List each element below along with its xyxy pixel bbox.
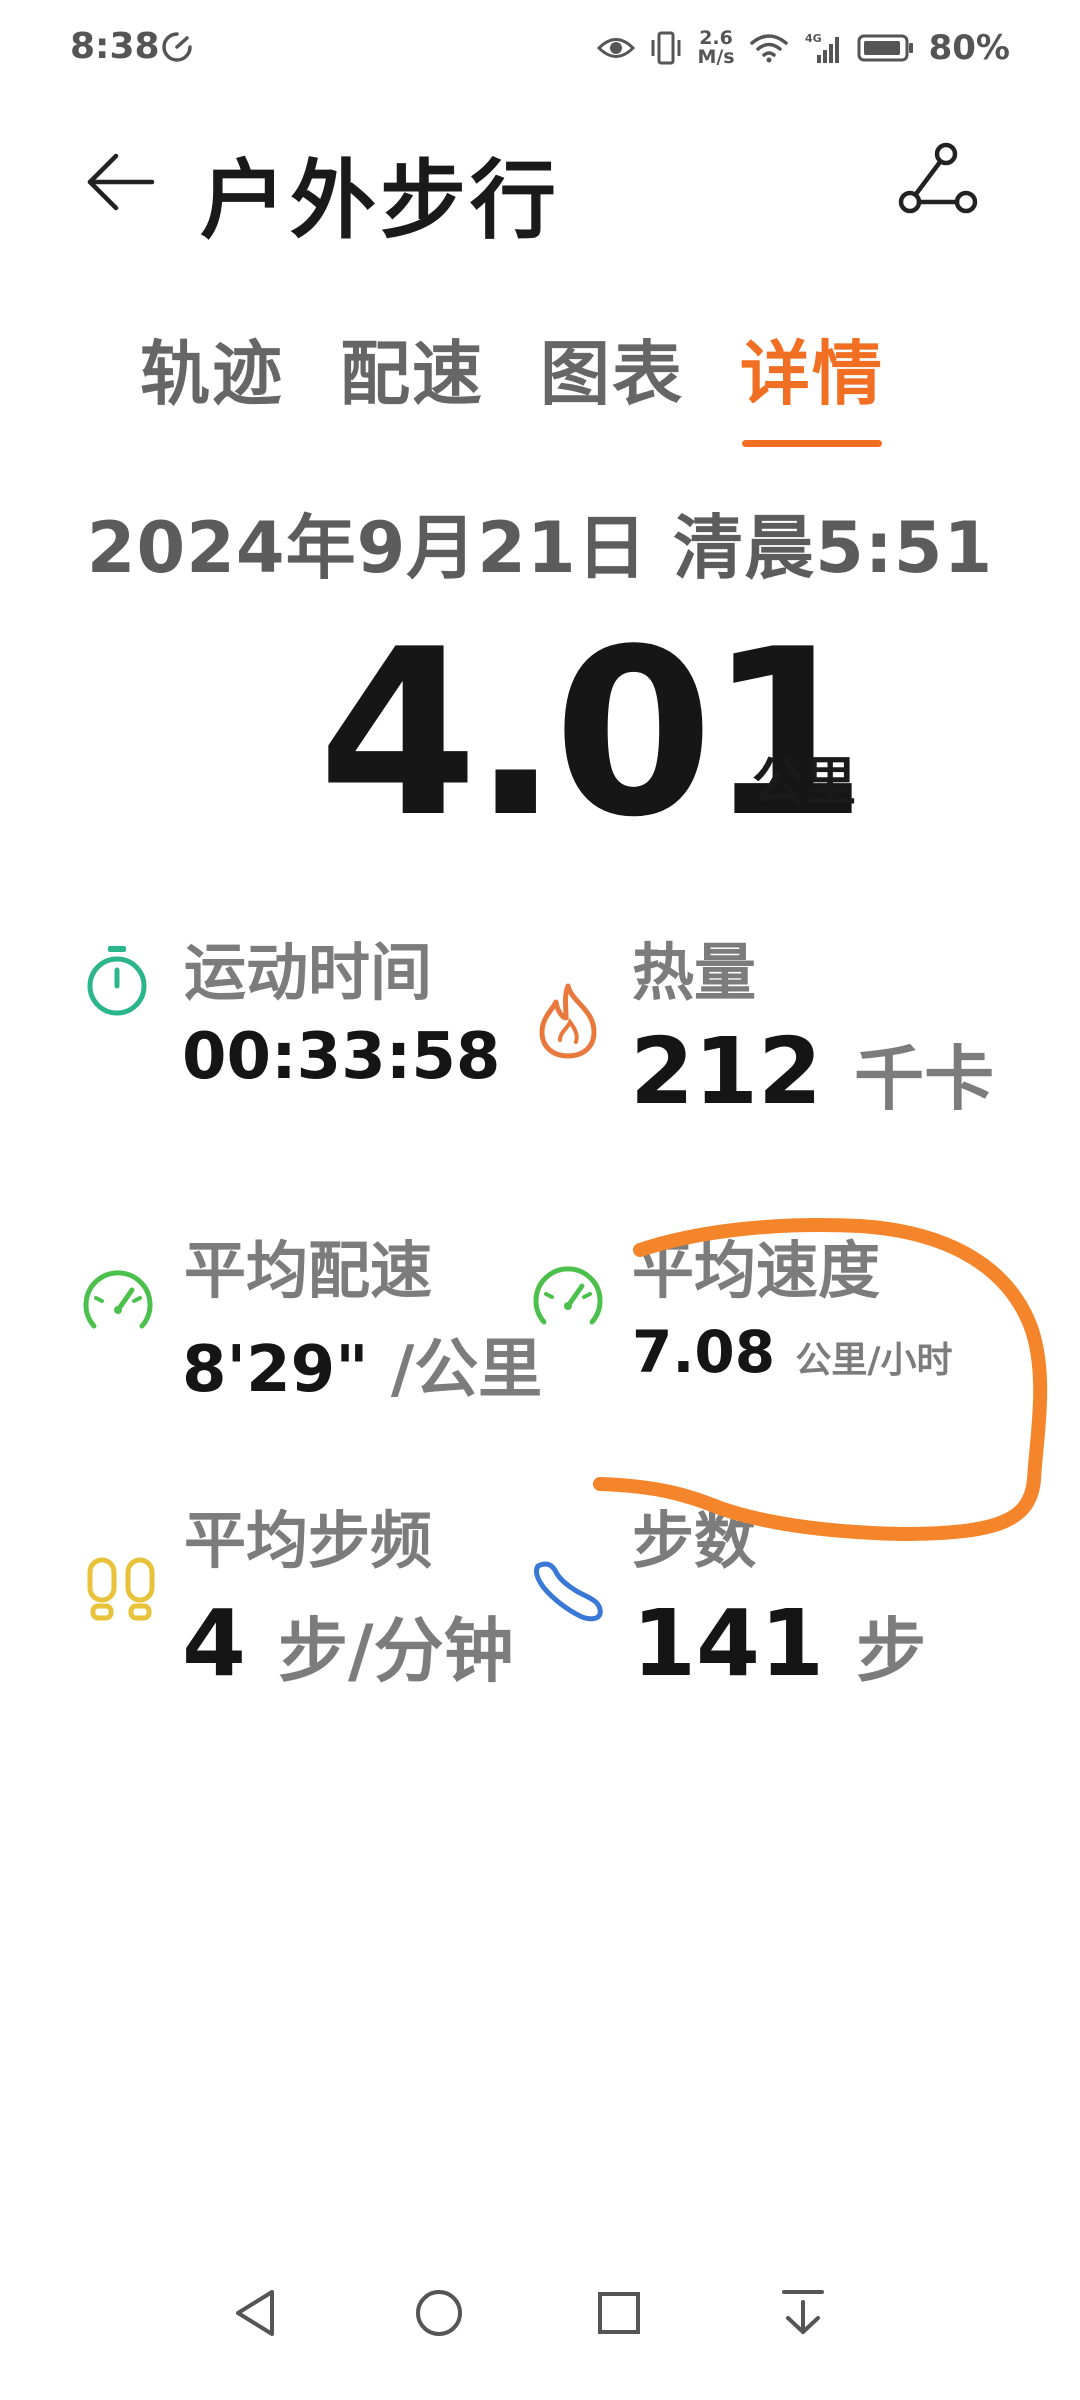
speed-clock-icon [160,30,194,64]
stat-cadence-value: 4 [182,1590,247,1697]
stat-steps-value: 141 [632,1590,825,1697]
stat-steps-label: 步数 [632,1504,757,1577]
notification-pull-icon[interactable] [768,2278,838,2348]
route-share-icon[interactable] [896,140,982,226]
speedometer-icon [80,1268,156,1336]
stat-cadence-label: 平均步频 [184,1504,433,1577]
home-circle-icon[interactable] [404,2278,474,2348]
stat-avg-speed-value: 7.08 [632,1318,776,1386]
speedometer-icon [530,1264,606,1332]
stat-calories-value: 212 [630,1018,823,1125]
stat-duration-label: 运动时间 [184,936,433,1009]
wifi-icon [749,32,789,64]
tab-pace[interactable]: 配速 [340,318,484,437]
page-title: 户外步行 [200,151,560,251]
back-triangle-icon[interactable] [222,2278,292,2348]
stat-steps-unit: 步 [856,1610,927,1692]
flame-icon [536,982,600,1064]
stat-avg-pace-value-group: 8'29" /公里 [182,1318,542,1410]
network-speed-unit: M/s [697,46,735,68]
tab-details[interactable]: 详情 [740,318,884,447]
vibrate-icon [649,30,683,66]
battery-icon [857,33,915,63]
system-nav-bar [0,2240,1080,2360]
tab-chart[interactable]: 图表 [540,318,684,437]
distance-value: 4.01 [318,601,867,868]
stat-avg-pace-unit: /公里 [390,1333,543,1407]
svg-text:4G: 4G [805,32,822,45]
shoe-icon [532,1558,606,1628]
stat-avg-pace-value: 8'29" [182,1333,369,1407]
stat-avg-speed-unit: 公里/小时 [795,1340,953,1381]
stat-avg-pace-label: 平均配速 [184,1234,433,1307]
stat-calories-unit: 千卡 [854,1038,995,1120]
status-bar: 8:38 2.6 M/s 4G 80% [0,0,1080,96]
signal-4g-icon: 4G [803,31,843,65]
arrow-left-icon[interactable] [84,146,156,218]
status-time: 8:38 [70,26,160,67]
distance-unit: 公里 [752,753,857,813]
workout-date: 2024年9月21日 清晨5:51 [86,507,994,589]
network-speed: 2.6 M/s [697,29,734,67]
tab-bar: 轨迹 配速 图表 详情 [140,318,884,447]
stat-avg-speed-label: 平均速度 [632,1234,881,1307]
stat-cadence-unit: 步/分钟 [278,1610,514,1692]
footprints-icon [86,1556,156,1626]
stat-calories-value-group: 212 千卡 [630,1018,994,1125]
stat-steps-value-group: 141 步 [632,1590,926,1697]
stat-cadence-value-group: 4 步/分钟 [182,1590,514,1697]
battery-percent: 80% [928,28,1010,68]
stopwatch-icon [84,944,150,1022]
tab-track[interactable]: 轨迹 [140,318,284,437]
stat-calories-label: 热量 [632,936,757,1009]
status-icons: 2.6 M/s 4G 80% [597,22,1010,74]
stat-duration-value: 00:33:58 [182,1020,501,1094]
recents-square-icon[interactable] [584,2278,654,2348]
eye-icon [597,35,636,61]
stat-avg-speed-value-group: 7.08 公里/小时 [632,1318,952,1386]
